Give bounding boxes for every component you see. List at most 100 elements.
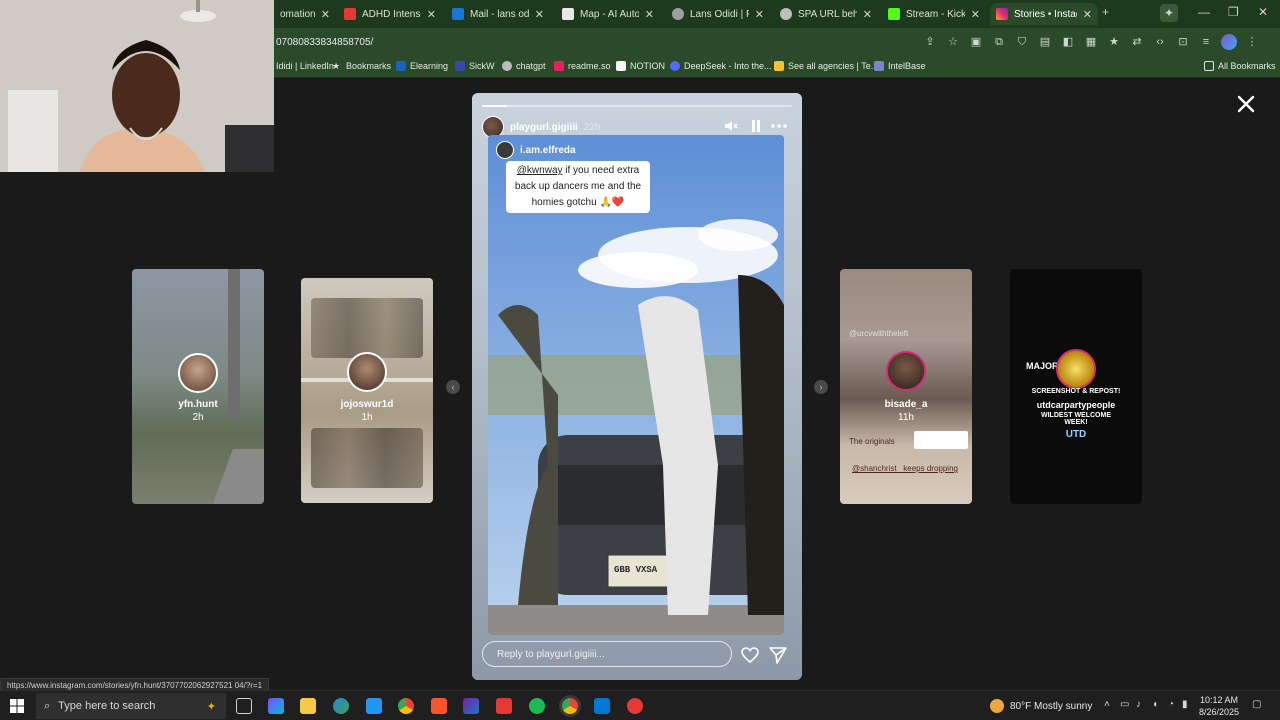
app-icon[interactable] [627,698,643,714]
media-icon[interactable] [496,698,512,714]
story-time: 11h [898,412,914,423]
tab-instagram-stories[interactable]: Stories • Instagra✕ [990,3,1098,25]
network-icon[interactable]: ▭ [1120,699,1129,710]
microphone-icon[interactable]: ♪ [1136,699,1141,710]
taskbar-search[interactable]: ⌕ Type here to search ✦ [36,693,226,719]
brave-icon[interactable] [431,698,447,714]
deepseek-icon [670,61,680,71]
tab-spa-url[interactable]: SPA URL behavio✕ [774,3,878,25]
bookmark-item[interactable]: NOTION [616,61,665,71]
bookmark-item[interactable]: Ididi | LinkedIn [276,61,334,71]
spotify-icon[interactable] [529,698,545,714]
tab-kick[interactable]: Stream - Kick Da✕ [882,3,986,25]
close-icon[interactable]: ✕ [1083,8,1092,21]
close-icon[interactable]: ✕ [645,8,654,21]
extension-icon[interactable]: ▣ [968,34,984,50]
tab-mail[interactable]: Mail - lans odidi✕ [446,3,550,25]
battery-icon[interactable]: ▮ [1182,699,1188,710]
code-icon[interactable]: ‹› [1152,34,1168,50]
volume-icon[interactable]: ◖ [1152,699,1158,710]
sparkle-icon[interactable]: ✦ [1160,4,1178,22]
reply-input[interactable] [483,642,731,666]
story-preview-jojoswur1d[interactable]: jojoswur1d 1h [301,278,433,503]
maximize-button[interactable]: ❐ [1228,5,1239,19]
mute-icon[interactable] [724,119,738,133]
webcam-overlay [0,0,274,172]
avatar [347,352,387,392]
bookmark-item[interactable]: Elearning [396,61,448,71]
taskbar-clock[interactable]: 10:12 AM 8/26/2025 [1196,694,1242,718]
teams-icon[interactable] [463,698,479,714]
close-icon[interactable]: ✕ [321,8,330,21]
all-bookmarks[interactable]: All Bookmarks [1204,61,1276,71]
windows-start-icon[interactable] [10,699,24,713]
chrome-active-icon[interactable] [562,698,578,714]
bookmark-item[interactable]: readme.so [554,61,611,71]
url-field[interactable]: 07080833834858705/ [276,37,373,48]
story-preview-utdcarpartypeople[interactable]: MAJOR ALERT! SCREENSHOT & REPOST! utdcar… [1010,269,1142,504]
close-icon[interactable]: ✕ [755,8,764,21]
tab-automation[interactable]: omation A✕ [274,3,336,25]
puzzle-icon[interactable]: ⧉ [991,34,1007,50]
next-story-button[interactable]: › [814,380,828,394]
wifi-icon[interactable]: ◔ [1168,699,1174,710]
active-story[interactable]: playgurl.gigiiii 22h i.am.elfreda @kwnwa… [472,93,802,680]
repost-attribution[interactable]: i.am.elfreda [496,141,576,159]
profile-avatar[interactable] [1221,34,1237,50]
translate-icon[interactable]: ⇄ [1129,34,1145,50]
chevron-up-icon[interactable]: ˄ [1104,699,1110,710]
story-time: 1h [361,412,373,423]
story-username: utdcarpartypeople [1036,400,1116,410]
copilot-icon[interactable] [268,698,284,714]
instagram-icon [996,8,1008,20]
edge-icon[interactable] [333,698,349,714]
mail-icon[interactable] [366,698,382,714]
story-preview-bisade-a[interactable]: @urcvwiththeleft bisade_a 11h The origin… [840,269,972,504]
file-explorer-icon[interactable] [300,698,316,714]
shield-icon[interactable]: ⛉ [1014,34,1030,50]
bookmark-item[interactable]: See all agencies | Te... [774,61,878,71]
close-icon[interactable] [1234,92,1258,116]
tab-portfolio[interactable]: Lans Odidi | Port✕ [666,3,770,25]
grid-icon[interactable]: ▦ [1083,34,1099,50]
tab-map[interactable]: Map - AI Automa✕ [556,3,660,25]
star-icon[interactable]: ☆ [945,34,961,50]
caption-mention[interactable]: @kwnway [517,165,563,176]
vscode-icon[interactable] [594,698,610,714]
close-icon[interactable]: ✕ [427,8,436,21]
close-icon[interactable]: ✕ [863,8,872,21]
reposted-story-content: i.am.elfreda @kwnway if you need extra b… [488,135,784,635]
minimize-button[interactable]: — [1198,5,1210,19]
reply-box[interactable] [482,641,732,667]
task-view-icon[interactable] [236,698,252,714]
new-tab-button[interactable]: + [1102,5,1109,19]
story-username[interactable]: playgurl.gigiiii [510,122,578,133]
story-preview-yfn-hunt[interactable]: yfn.hunt 2h [132,269,264,504]
webcam-feed [0,0,274,172]
send-icon[interactable] [768,645,788,665]
window-close-button[interactable]: ✕ [1258,5,1268,19]
more-options-icon[interactable] [770,119,788,133]
favorites-icon[interactable]: ★ [1106,34,1122,50]
menu-icon[interactable]: ≡ [1198,34,1214,50]
reader-icon[interactable]: ▤ [1037,34,1053,50]
close-icon[interactable]: ✕ [535,8,544,21]
bookmark-item[interactable]: SickW [455,61,495,71]
weather-widget[interactable]: 80°F Mostly sunny [990,699,1092,713]
tab-youtube[interactable]: ADHD Intense R✕ [338,3,442,25]
sidebar-icon[interactable]: ◧ [1060,34,1076,50]
chrome-icon[interactable] [398,698,414,714]
bookmark-item[interactable]: ★ Bookmarks [332,61,391,71]
screenshot-icon[interactable]: ⊡ [1175,34,1191,50]
close-icon[interactable]: ✕ [971,8,980,21]
heart-icon[interactable] [740,645,760,665]
notification-icon[interactable]: ▢ [1252,699,1261,710]
bookmark-item[interactable]: DeepSeek - Into the... [670,61,772,71]
bookmark-item[interactable]: chatgpt [502,61,546,71]
pause-icon[interactable] [750,119,762,133]
previous-story-button[interactable]: ‹ [446,380,460,394]
install-icon[interactable]: ⇪ [922,34,938,50]
bookmark-item[interactable]: IntelBase [874,61,926,71]
more-icon[interactable]: ⋮ [1244,34,1260,50]
intelbase-icon [874,61,884,71]
